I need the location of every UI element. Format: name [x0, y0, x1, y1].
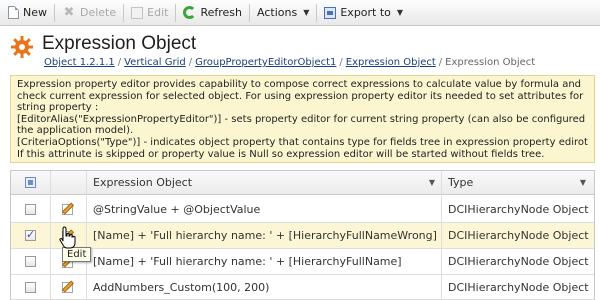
- grid-header: Expression Object ▼ Type ▼: [11, 171, 594, 195]
- row-checkbox[interactable]: [25, 281, 36, 293]
- row-select-cell: [11, 275, 51, 299]
- row-select-cell: [11, 223, 51, 248]
- breadcrumb-separator: /: [117, 57, 122, 68]
- row-checkbox[interactable]: [25, 203, 36, 215]
- export-icon: [324, 6, 337, 19]
- type-cell: DCIHierarchyNode Object: [448, 280, 589, 294]
- toolbar: New ✖ Delete Edit Refresh Actions ▼ Expo…: [0, 0, 600, 26]
- edit-pencil-icon[interactable]: [61, 201, 77, 217]
- breadcrumb-current: Expression Object: [445, 57, 536, 68]
- hand-cursor-icon: [59, 226, 76, 249]
- edit-column-header: [51, 171, 87, 194]
- expression-cell: [Name] + 'Full hierarchy name: ' + [Hier…: [87, 249, 442, 274]
- edit-label: Edit: [147, 6, 169, 19]
- actions-menu-button[interactable]: Actions ▼: [252, 2, 314, 24]
- edit-pencil-icon[interactable]: [61, 279, 77, 295]
- delete-label: Delete: [80, 6, 117, 19]
- breadcrumb-link-group-property-editor[interactable]: GroupPropertyEditorObject1: [195, 57, 336, 68]
- column-header-type[interactable]: Type ▼: [442, 171, 594, 194]
- refresh-icon: [183, 6, 197, 19]
- export-menu-button[interactable]: Export to ▼: [319, 2, 408, 24]
- actions-label: Actions: [257, 6, 298, 19]
- breadcrumb-separator: /: [438, 57, 443, 68]
- row-edit-cell: [51, 196, 87, 222]
- info-line: check current expression for selected ob…: [17, 90, 584, 102]
- expression-grid: Expression Object ▼ Type ▼ @StringValue …: [10, 170, 595, 300]
- row-checkbox[interactable]: [25, 256, 36, 267]
- type-cell: DCIHierarchyNode Object: [448, 255, 589, 268]
- info-line: the application model).: [17, 125, 134, 137]
- table-row[interactable]: [Name] + 'Full hierarchy name: ' + [Hier…: [11, 223, 594, 249]
- row-edit-cell: [51, 275, 87, 299]
- delete-x-icon: ✖: [63, 4, 75, 20]
- table-row[interactable]: AddNumbers_Custom(100, 200) DCIHierarchy…: [11, 275, 594, 300]
- new-document-icon: [8, 6, 19, 19]
- info-line: Expression property editor provides capa…: [17, 79, 582, 90]
- table-row[interactable]: [Name] + 'Full hierarchy name: ' + [Hier…: [11, 249, 594, 275]
- breadcrumb: Object 1.2.1.1/Vertical Grid / GroupProper…: [44, 57, 535, 68]
- chevron-down-icon: ▼: [396, 8, 404, 17]
- refresh-label: Refresh: [200, 6, 243, 19]
- delete-button[interactable]: ✖ Delete: [57, 2, 121, 24]
- chevron-down-icon: ▼: [303, 8, 310, 17]
- toolbar-divider: [123, 3, 125, 22]
- page-title: Expression Object: [42, 33, 197, 54]
- type-cell: DCIHierarchyNode Object: [448, 229, 589, 242]
- breadcrumb-link-object[interactable]: Object 1.2.1.1: [44, 57, 115, 68]
- breadcrumb-separator: /: [188, 57, 193, 68]
- new-button[interactable]: New: [3, 2, 52, 24]
- toolbar-divider: [175, 3, 177, 22]
- column-header-label: Expression Object: [93, 176, 193, 189]
- breadcrumb-link-vertical-grid[interactable]: Vertical Grid: [124, 57, 186, 68]
- column-header-label: Type: [448, 176, 474, 189]
- row-select-cell: [11, 249, 51, 274]
- refresh-button[interactable]: Refresh: [178, 2, 247, 24]
- select-all-cell: [11, 171, 51, 194]
- expression-cell: [Name] + 'Full hierarchy name: ' + [Hier…: [87, 223, 442, 248]
- info-line: [CriteriaOptions("Type")] - indicates ob…: [17, 136, 588, 148]
- info-line: If this attrinute is skipped or property…: [17, 148, 545, 160]
- breadcrumb-separator: /: [339, 57, 343, 68]
- toolbar-divider: [249, 3, 251, 22]
- edit-button[interactable]: Edit: [126, 2, 173, 24]
- expression-cell: AddNumbers_Custom(100, 200): [87, 275, 442, 299]
- expression-cell: @StringValue + @ObjectValue: [87, 196, 442, 222]
- filter-icon[interactable]: ▼: [580, 178, 586, 187]
- new-label: New: [23, 6, 47, 19]
- select-all-checkbox[interactable]: [25, 177, 36, 188]
- toolbar-divider: [316, 3, 318, 22]
- info-line: string property :: [17, 102, 99, 114]
- toolbar-divider: [54, 3, 55, 22]
- edit-icon: [131, 6, 144, 19]
- row-checkbox[interactable]: [25, 228, 36, 241]
- gear-icon: [11, 36, 33, 58]
- export-label: Export to: [340, 6, 391, 19]
- filter-icon[interactable]: ▼: [429, 178, 435, 187]
- breadcrumb-link-expression-object[interactable]: Expression Object: [346, 57, 436, 68]
- row-select-cell: [11, 196, 51, 222]
- table-row[interactable]: @StringValue + @ObjectValue DCIHierarchy…: [11, 196, 594, 223]
- column-header-expression[interactable]: Expression Object ▼: [87, 171, 442, 194]
- info-panel: Expression property editor provides capa…: [10, 75, 595, 163]
- info-line: [EditorAlias("ExpressionPropertyEditor")…: [17, 113, 588, 125]
- type-cell: DCIHierarchyNode Object: [448, 202, 589, 216]
